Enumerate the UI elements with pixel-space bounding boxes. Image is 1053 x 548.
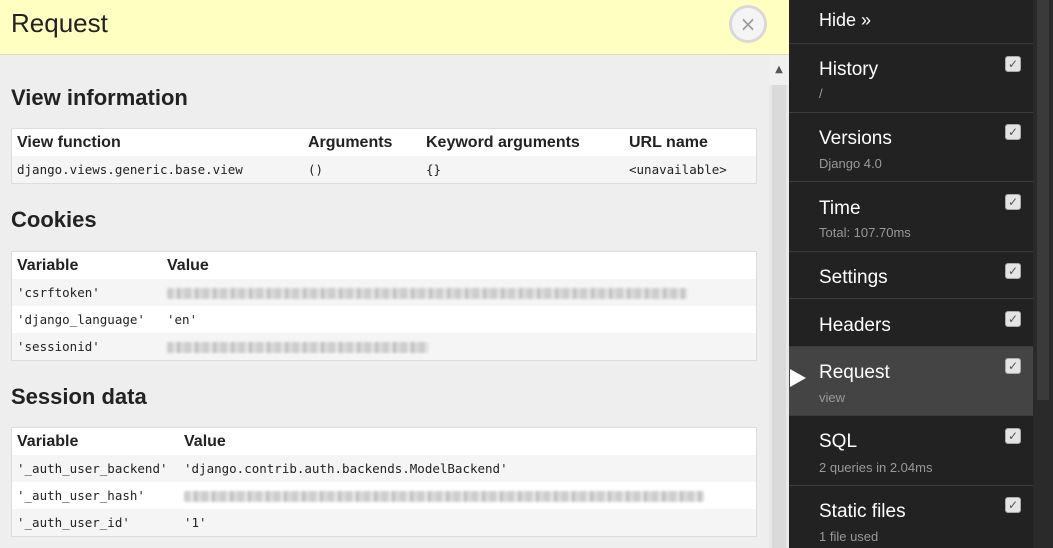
toolbar-scroll-thumb[interactable] (1037, 0, 1049, 400)
toolbar-scrollbar[interactable] (1033, 0, 1053, 548)
table-row: '_auth_user_hash' (12, 482, 757, 509)
toolbar-item-sql[interactable]: SQL 2 queries in 2.04ms ✓ (789, 416, 1033, 486)
view-information-heading: View information (11, 85, 188, 110)
column-header: URL name (629, 133, 708, 151)
session-data-table: Variable Value '_auth_user_backend' 'dja… (11, 427, 757, 537)
checkbox-checked-icon[interactable]: ✓ (1005, 124, 1021, 140)
checkbox-checked-icon[interactable]: ✓ (1005, 263, 1021, 279)
view-function-cell: django.views.generic.base.view (11, 156, 303, 184)
toolbar-item-title[interactable]: Request (819, 362, 890, 384)
toolbar-item-subtitle: 1 file used (819, 529, 879, 544)
toolbar-item-subtitle: 2 queries in 2.04ms (819, 460, 933, 475)
checkbox-checked-icon[interactable]: ✓ (1005, 311, 1021, 327)
view-information-table: View function Arguments Keyword argument… (11, 128, 757, 184)
toolbar-item-subtitle: / (819, 86, 823, 101)
redacted-value (162, 333, 757, 361)
panel-title: Request (11, 8, 108, 38)
url-name-cell: <unavailable> (624, 156, 757, 184)
scroll-track[interactable] (769, 85, 789, 548)
toolbar-item-headers[interactable]: Headers ✓ (789, 299, 1033, 347)
toolbar-item-subtitle: Django 4.0 (819, 156, 882, 171)
column-header: Arguments (308, 133, 393, 151)
toolbar-item-title[interactable]: SQL (819, 431, 857, 453)
table-row: '_auth_user_id' '1' (11, 509, 757, 537)
table-row: '_auth_user_backend' 'django.contrib.aut… (11, 455, 757, 482)
panel-content: View information View function Arguments… (0, 55, 769, 548)
toolbar-item-history[interactable]: History / ✓ (789, 44, 1033, 113)
table-header-row: View function Arguments Keyword argument… (12, 129, 757, 157)
active-panel-arrow-icon (790, 369, 806, 387)
toolbar-item-title[interactable]: Versions (819, 128, 892, 150)
toolbar-item-title[interactable]: Static files (819, 501, 906, 523)
toolbar-item-request[interactable]: Request view ✓ (789, 347, 1033, 416)
checkbox-checked-icon[interactable]: ✓ (1005, 194, 1021, 210)
column-header: Value (167, 256, 209, 274)
table-row: 'django_language' 'en' (12, 306, 757, 333)
redacted-value (179, 482, 757, 509)
request-panel: Request × View information View function… (0, 0, 789, 548)
table-row: 'csrftoken' (11, 279, 757, 306)
toolbar-item-title[interactable]: Time (819, 198, 861, 220)
checkbox-checked-icon[interactable]: ✓ (1005, 56, 1021, 72)
variable-cell: 'django_language' (17, 312, 145, 327)
cookies-table: Variable Value 'csrftoken' 'django_langu… (11, 251, 757, 361)
variable-cell: 'sessionid' (11, 333, 162, 361)
value-cell: 'en' (167, 312, 198, 327)
table-header-row: Variable Value (12, 252, 757, 280)
variable-cell: '_auth_user_hash' (17, 488, 145, 503)
hide-toolbar-row: Hide » (789, 0, 1033, 44)
toolbar-item-versions[interactable]: Versions Django 4.0 ✓ (789, 113, 1033, 182)
column-header: Variable (17, 432, 79, 450)
close-icon: × (739, 12, 757, 36)
keyword-arguments-cell: {} (421, 156, 624, 184)
close-button[interactable]: × (729, 5, 767, 43)
hide-toolbar-link[interactable]: Hide » (819, 10, 871, 31)
variable-cell: '_auth_user_backend' (11, 455, 179, 482)
toolbar-item-title[interactable]: History (819, 59, 878, 81)
session-data-heading: Session data (11, 384, 147, 409)
panel-scrollbar[interactable]: ▲ (769, 55, 789, 548)
toolbar-item-title[interactable]: Headers (819, 315, 891, 337)
value-cell: 'django.contrib.auth.backends.ModelBacke… (179, 455, 757, 482)
table-row: django.views.generic.base.view () {} <un… (11, 156, 757, 184)
column-header: View function (17, 133, 121, 151)
toolbar-item-title[interactable]: Settings (819, 267, 888, 289)
toolbar-item-subtitle: view (819, 390, 846, 405)
panel-header: Request × (0, 0, 789, 55)
checkbox-checked-icon[interactable]: ✓ (1005, 358, 1021, 374)
toolbar-item-static-files[interactable]: Static files 1 file used ✓ (789, 486, 1033, 548)
toolbar-item-subtitle: Total: 107.70ms (819, 225, 911, 240)
table-row: 'sessionid' (11, 333, 757, 361)
value-cell: '1' (179, 509, 757, 537)
redacted-value (162, 279, 757, 306)
scroll-up-arrow-icon[interactable]: ▲ (769, 55, 789, 85)
toolbar-item-time[interactable]: Time Total: 107.70ms ✓ (789, 182, 1033, 252)
variable-cell: 'csrftoken' (11, 279, 162, 306)
arguments-cell: () (303, 156, 421, 184)
column-header: Variable (17, 256, 79, 274)
column-header: Value (184, 432, 226, 450)
checkbox-checked-icon[interactable]: ✓ (1005, 428, 1021, 444)
debug-toolbar: Hide » History / ✓ Versions Django 4.0 ✓… (789, 0, 1053, 548)
table-header-row: Variable Value (12, 428, 757, 456)
variable-cell: '_auth_user_id' (11, 509, 179, 537)
cookies-heading: Cookies (11, 207, 97, 232)
scroll-thumb[interactable] (772, 85, 786, 548)
column-header: Keyword arguments (426, 133, 580, 151)
checkbox-checked-icon[interactable]: ✓ (1005, 497, 1021, 513)
toolbar-item-settings[interactable]: Settings ✓ (789, 252, 1033, 299)
